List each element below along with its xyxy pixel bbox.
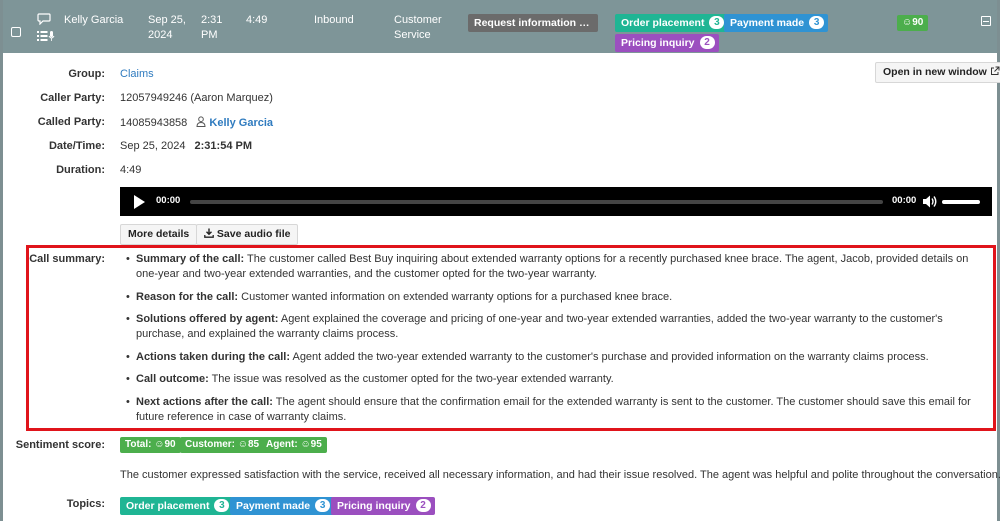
duration-value: 4:49 [120, 164, 142, 176]
topic-count: 3 [315, 499, 331, 512]
header-topic-payment-made[interactable]: Payment made 3 [724, 14, 829, 32]
group-link[interactable]: Claims [120, 68, 154, 80]
chat-icon [37, 13, 51, 25]
topic-count: 2 [415, 499, 431, 512]
called-party-user-link[interactable]: Kelly Garcia [209, 117, 273, 129]
transcript-list-mic-icon[interactable] [36, 30, 56, 42]
caller-party-value: 12057949246 (Aaron Marquez) [120, 92, 273, 104]
summary-item-title: Next actions after the call: [136, 395, 273, 408]
summary-item-text: The customer called Best Buy inquiring a… [136, 253, 969, 280]
header-subject-badge[interactable]: Request information abou... [468, 14, 598, 32]
called-party-number: 14085943858 [120, 117, 188, 129]
summary-item-title: Summary of the call: [136, 253, 245, 265]
called-party-value: 14085943858 Kelly Garcia [120, 116, 273, 129]
summary-item: Solutions offered by agent: Agent explai… [126, 312, 988, 342]
player-current-time: 00:00 [156, 195, 181, 206]
header-time-line2: PM [201, 29, 218, 41]
topic-order-placement[interactable]: Order placement 3 [120, 497, 234, 515]
row-select-checkbox[interactable] [11, 27, 21, 37]
header-dept-line1: Customer [394, 14, 442, 26]
topic-payment-made[interactable]: Payment made 3 [230, 497, 335, 515]
download-icon [204, 228, 214, 238]
play-icon[interactable] [134, 195, 145, 209]
external-link-icon [990, 66, 1000, 75]
topic-label: Order placement [126, 500, 210, 512]
summary-item: Call outcome: The issue was resolved as … [126, 372, 988, 387]
datetime-time: 2:31:54 PM [194, 140, 252, 152]
summary-item-text: Customer wanted information on extended … [238, 290, 673, 303]
player-total-time: 00:00 [892, 195, 917, 206]
topic-pricing-inquiry[interactable]: Pricing inquiry 2 [331, 497, 435, 515]
user-icon [196, 116, 206, 127]
sentiment-score-label: Sentiment score: [15, 439, 105, 451]
header-agent-name: Kelly Garcia [64, 14, 124, 26]
topic-count: 2 [699, 36, 715, 49]
summary-item-text: The issue was resolved as the customer o… [208, 373, 614, 385]
topic-count: 3 [709, 16, 725, 29]
topic-label: Pricing inquiry [337, 500, 411, 512]
volume-icon[interactable] [922, 194, 938, 209]
group-label: Group: [68, 68, 105, 80]
summary-item-title: Solutions offered by agent: [136, 313, 279, 325]
open-new-window-button[interactable]: Open in new window [875, 62, 1000, 83]
topic-label: Payment made [236, 500, 311, 512]
header-score-badge: ☺90 [897, 15, 929, 31]
save-audio-label: Save audio file [216, 228, 291, 240]
call-row-header[interactable]: Kelly Garcia Sep 25, 2024 2:31 PM 4:49 I… [3, 0, 997, 53]
caller-party-label: Caller Party: [40, 92, 105, 104]
summary-item-title: Call outcome: [136, 373, 209, 385]
datetime-value: Sep 25, 2024 2:31:54 PM [120, 140, 252, 152]
header-time: 2:31 PM [201, 13, 222, 43]
summary-item-title: Actions taken during the call: [136, 350, 291, 363]
called-party-label: Called Party: [37, 116, 105, 128]
duration-label: Duration: [56, 164, 105, 176]
summary-item: Next actions after the call: The agent s… [126, 395, 988, 425]
sentiment-agent-badge: Agent: ☺95 [261, 437, 327, 453]
header-duration: 4:49 [246, 14, 268, 26]
header-department: Customer Service [394, 13, 442, 43]
header-topic-pricing-inquiry[interactable]: Pricing inquiry 2 [615, 34, 719, 52]
topics-label: Topics: [66, 498, 105, 510]
call-summary-list: Summary of the call: The customer called… [126, 252, 988, 432]
summary-item: Summary of the call: The customer called… [126, 252, 988, 282]
more-details-button[interactable]: More details [120, 224, 198, 245]
header-topic-order-placement[interactable]: Order placement 3 [615, 14, 729, 32]
open-new-window-label: Open in new window [883, 66, 987, 78]
topic-count: 3 [214, 499, 230, 512]
header-date: Sep 25, 2024 [148, 13, 186, 43]
summary-item-text: Agent added the two-year extended warran… [290, 350, 929, 363]
audio-player: 00:00 00:00 [120, 187, 992, 216]
topic-label: Payment made [730, 17, 805, 29]
header-direction: Inbound [314, 14, 354, 26]
summary-item-title: Reason for the call: [136, 290, 239, 303]
save-audio-button[interactable]: Save audio file [196, 224, 299, 245]
summary-item: Reason for the call: Customer wanted inf… [126, 290, 988, 305]
header-date-line1: Sep 25, [148, 14, 186, 26]
sentiment-total-badge: Total: ☺90 [120, 437, 181, 453]
call-record-panel: Kelly Garcia Sep 25, 2024 2:31 PM 4:49 I… [0, 0, 1000, 521]
header-date-line2: 2024 [148, 29, 173, 41]
datetime-date: Sep 25, 2024 [120, 140, 186, 152]
datetime-label: Date/Time: [48, 140, 105, 152]
header-dept-line2: Service [394, 29, 431, 41]
collapse-icon[interactable] [981, 16, 991, 26]
topic-label: Pricing inquiry [621, 37, 695, 49]
topic-count: 3 [809, 16, 825, 29]
volume-slider[interactable] [942, 200, 980, 204]
topic-label: Order placement [621, 17, 705, 29]
summary-item: Actions taken during the call: Agent add… [126, 350, 988, 365]
sentiment-note: The customer expressed satisfaction with… [120, 469, 1000, 481]
call-summary-label: Call summary: [29, 253, 105, 265]
player-progress-track[interactable] [190, 200, 883, 204]
sentiment-customer-badge: Customer: ☺85 [180, 437, 265, 453]
header-time-line1: 2:31 [201, 14, 223, 26]
